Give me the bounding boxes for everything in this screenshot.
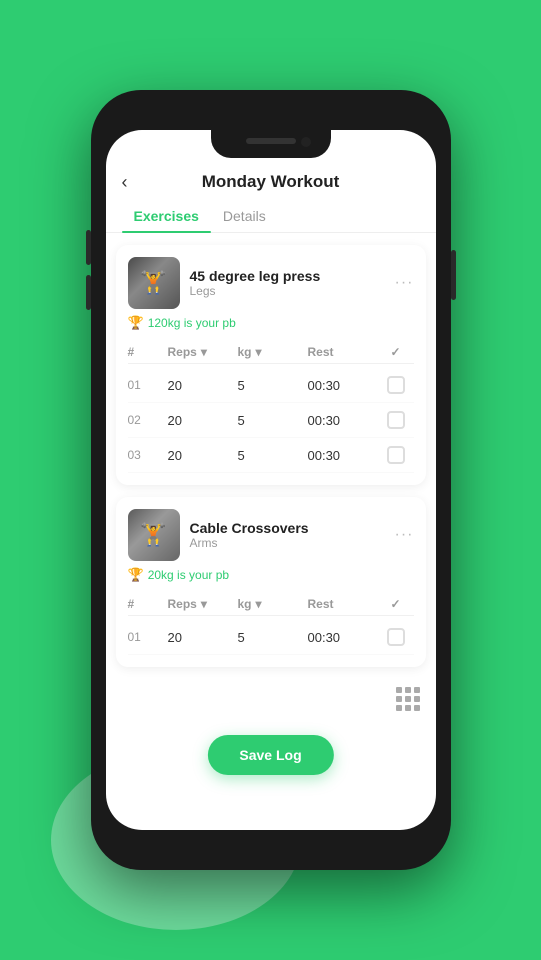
rest-1-3: 00:30 [308,448,378,463]
more-button-1[interactable]: ··· [395,274,414,292]
set-num-2-1: 01 [128,630,168,644]
exercise-info-2: Cable Crossovers Arms [190,520,395,550]
rest-1-1: 00:30 [308,378,378,393]
th-rest-1: Rest [308,345,378,359]
table-row-2-1: 01 20 5 00:30 [128,620,414,655]
th-kg-1[interactable]: kg ▾ [238,345,308,359]
exercise-thumb-2: 🏋️ [128,509,180,561]
table-row-1-3: 03 20 5 00:30 [128,438,414,473]
table-row-1-2: 02 20 5 00:30 [128,403,414,438]
checkbox-1-1[interactable] [387,376,405,394]
speaker [246,138,296,144]
grid-menu [106,679,436,723]
reps-1-2[interactable]: 20 [168,413,238,428]
pb-badge-1: 🏆 120kg is your pb [128,315,414,331]
grid-dot [405,705,411,711]
pb-badge-2: 🏆 20kg is your pb [128,567,414,583]
reps-2-1[interactable]: 20 [168,630,238,645]
exercise-card-1: 🏋️ 45 degree leg press Legs ··· 🏆 120kg … [116,245,426,485]
th-check-1: ✓ [378,345,414,359]
back-button[interactable]: ‹ [122,172,128,193]
kg-1-2[interactable]: 5 [238,413,308,428]
tab-details[interactable]: Details [211,200,278,232]
exercise-muscle-2: Arms [190,536,395,550]
th-reps-2[interactable]: Reps ▾ [168,597,238,611]
save-log-button[interactable]: Save Log [207,735,333,775]
vol-up-button[interactable] [86,230,91,265]
trophy-icon-2: 🏆 [128,567,144,583]
exercise-name-1: 45 degree leg press [190,268,395,284]
th-rest-2: Rest [308,597,378,611]
exercise-name-2: Cable Crossovers [190,520,395,536]
thumb-img-leg-press: 🏋️ [128,257,180,309]
grid-dot [414,687,420,693]
grid-icon[interactable] [396,687,420,711]
check-header-icon-2: ✓ [390,597,400,611]
kg-1-1[interactable]: 5 [238,378,308,393]
trophy-icon-1: 🏆 [128,315,144,331]
kg-dropdown-icon-1[interactable]: ▾ [256,345,262,359]
exercise-header-2: 🏋️ Cable Crossovers Arms ··· [128,509,414,561]
table-header-1: # Reps ▾ kg ▾ Rest ✓ [128,341,414,364]
kg-dropdown-icon-2[interactable]: ▾ [256,597,262,611]
grid-dot [414,705,420,711]
kg-1-3[interactable]: 5 [238,448,308,463]
checkbox-2-1[interactable] [387,628,405,646]
exercise-info-1: 45 degree leg press Legs [190,268,395,298]
phone-frame: ‹ Monday Workout Exercises Details 🏋️ [91,90,451,870]
pb-text-1: 120kg is your pb [148,316,236,330]
grid-dot [396,696,402,702]
grid-dot [396,705,402,711]
rest-1-2: 00:30 [308,413,378,428]
pb-text-2: 20kg is your pb [148,568,229,582]
set-table-1: # Reps ▾ kg ▾ Rest ✓ [128,341,414,473]
notch [211,130,331,158]
grid-dot [405,687,411,693]
th-num-2: # [128,597,168,611]
exercise-muscle-1: Legs [190,284,395,298]
thumb-img-cable: 🏋️ [128,509,180,561]
th-check-2: ✓ [378,597,414,611]
grid-dot [405,696,411,702]
vol-down-button[interactable] [86,275,91,310]
th-kg-2[interactable]: kg ▾ [238,597,308,611]
header: ‹ Monday Workout [106,158,436,200]
set-num-1-1: 01 [128,378,168,392]
camera [301,137,311,147]
th-reps-1[interactable]: Reps ▾ [168,345,238,359]
reps-dropdown-icon-1[interactable]: ▾ [201,345,207,359]
table-row-1-1: 01 20 5 00:30 [128,368,414,403]
exercise-header-1: 🏋️ 45 degree leg press Legs ··· [128,257,414,309]
rest-2-1: 00:30 [308,630,378,645]
grid-dot [396,687,402,693]
phone-screen: ‹ Monday Workout Exercises Details 🏋️ [106,130,436,830]
tabs-container: Exercises Details [106,200,436,233]
tab-exercises[interactable]: Exercises [122,200,211,232]
exercise-thumb-1: 🏋️ [128,257,180,309]
exercise-card-2: 🏋️ Cable Crossovers Arms ··· 🏆 20kg is y… [116,497,426,667]
check-header-icon-1: ✓ [390,345,400,359]
set-num-1-3: 03 [128,448,168,462]
reps-1-1[interactable]: 20 [168,378,238,393]
reps-dropdown-icon-2[interactable]: ▾ [201,597,207,611]
grid-dot [414,696,420,702]
set-num-1-2: 02 [128,413,168,427]
checkbox-1-3[interactable] [387,446,405,464]
page-title: Monday Workout [202,172,340,192]
kg-2-1[interactable]: 5 [238,630,308,645]
th-num-1: # [128,345,168,359]
reps-1-3[interactable]: 20 [168,448,238,463]
more-button-2[interactable]: ··· [395,526,414,544]
table-header-2: # Reps ▾ kg ▾ Rest ✓ [128,593,414,616]
checkbox-1-2[interactable] [387,411,405,429]
power-button[interactable] [451,250,456,300]
screen-content: ‹ Monday Workout Exercises Details 🏋️ [106,130,436,830]
set-table-2: # Reps ▾ kg ▾ Rest ✓ [128,593,414,655]
